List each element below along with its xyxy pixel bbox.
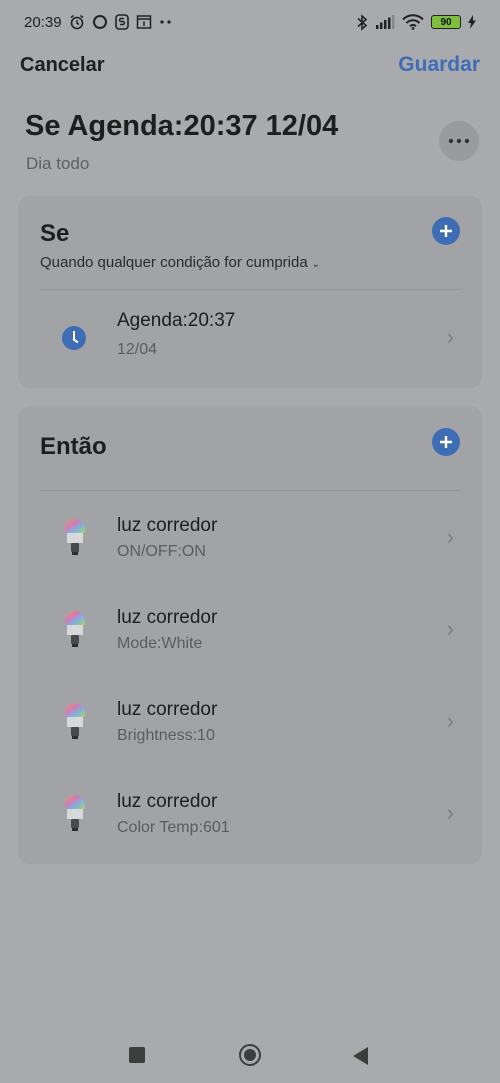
bulb-icon <box>65 795 85 831</box>
more-options-button[interactable] <box>439 121 479 161</box>
if-section-title: Se <box>40 220 70 247</box>
battery-level: 90 <box>440 16 452 28</box>
status-right: 90 <box>356 13 476 31</box>
chevron-right-icon: › <box>446 708 454 733</box>
status-left: 20:39 <box>24 14 173 31</box>
save-button[interactable]: Guardar <box>398 53 480 77</box>
bulb-icon <box>65 519 85 555</box>
clock-icon <box>62 326 86 350</box>
chevron-right-icon: › <box>446 324 454 349</box>
page-title: Se Agenda:20:37 12/04 <box>25 110 339 142</box>
condition-subtitle: 12/04 <box>117 341 158 358</box>
add-action-button[interactable] <box>432 428 460 456</box>
status-bar: 20:39 90 <box>0 0 500 44</box>
action-row[interactable]: luz corredor Brightness:10 › <box>18 680 482 760</box>
circle-notification-icon <box>92 14 108 30</box>
calendar-icon <box>136 14 152 30</box>
action-detail: Brightness:10 <box>117 727 215 744</box>
action-device-name: luz corredor <box>117 607 218 628</box>
condition-row[interactable]: Agenda:20:37 12/04 › <box>18 300 482 380</box>
chevron-right-icon: › <box>446 524 454 549</box>
divider <box>40 289 460 290</box>
then-section-title: Então <box>40 433 107 460</box>
then-actions-card: Então luz corredor ON/OFF:ON › luz corre… <box>18 406 482 864</box>
system-navigation-bar <box>0 1023 500 1083</box>
ellipsis-icon <box>448 138 470 144</box>
action-detail: Mode:White <box>117 635 203 652</box>
action-detail: Color Temp:601 <box>117 819 230 836</box>
condition-mode-label: Quando qualquer condição for cumprida <box>40 254 308 271</box>
signal-icon <box>375 15 395 29</box>
action-device-name: luz corredor <box>117 699 218 720</box>
condition-mode-dropdown[interactable]: Quando qualquer condição for cumprida ⌄ <box>40 254 320 271</box>
action-detail: ON/OFF:ON <box>117 543 206 560</box>
battery-indicator: 90 <box>431 15 461 29</box>
action-device-name: luz corredor <box>117 791 218 812</box>
action-row[interactable]: luz corredor ON/OFF:ON › <box>18 496 482 576</box>
back-icon[interactable] <box>353 1047 368 1065</box>
action-device-name: luz corredor <box>117 515 218 536</box>
bulb-icon <box>65 703 85 739</box>
app-s-icon <box>114 14 129 30</box>
action-row[interactable]: luz corredor Color Temp:601 › <box>18 772 482 852</box>
chevron-right-icon: › <box>446 616 454 641</box>
more-notifications-icon <box>159 19 173 25</box>
recent-apps-icon[interactable] <box>129 1047 145 1063</box>
bulb-icon <box>65 611 85 647</box>
chevron-down-icon: ⌄ <box>311 259 321 270</box>
add-condition-button[interactable] <box>432 217 460 245</box>
cancel-button[interactable]: Cancelar <box>20 54 105 77</box>
alarm-icon <box>69 14 85 30</box>
status-time: 20:39 <box>24 13 62 31</box>
charging-icon <box>468 15 476 29</box>
divider <box>40 490 460 491</box>
top-action-bar: Cancelar Guardar <box>20 50 480 80</box>
condition-title: Agenda:20:37 <box>117 310 236 331</box>
home-icon[interactable] <box>239 1044 261 1066</box>
plus-icon <box>440 436 452 448</box>
if-conditions-card: Se Quando qualquer condição for cumprida… <box>18 196 482 388</box>
page-subtitle[interactable]: Dia todo <box>26 154 89 174</box>
wifi-icon <box>402 14 424 30</box>
chevron-right-icon: › <box>446 800 454 825</box>
plus-icon <box>440 225 452 237</box>
action-row[interactable]: luz corredor Mode:White › <box>18 588 482 668</box>
bluetooth-icon <box>356 13 368 31</box>
